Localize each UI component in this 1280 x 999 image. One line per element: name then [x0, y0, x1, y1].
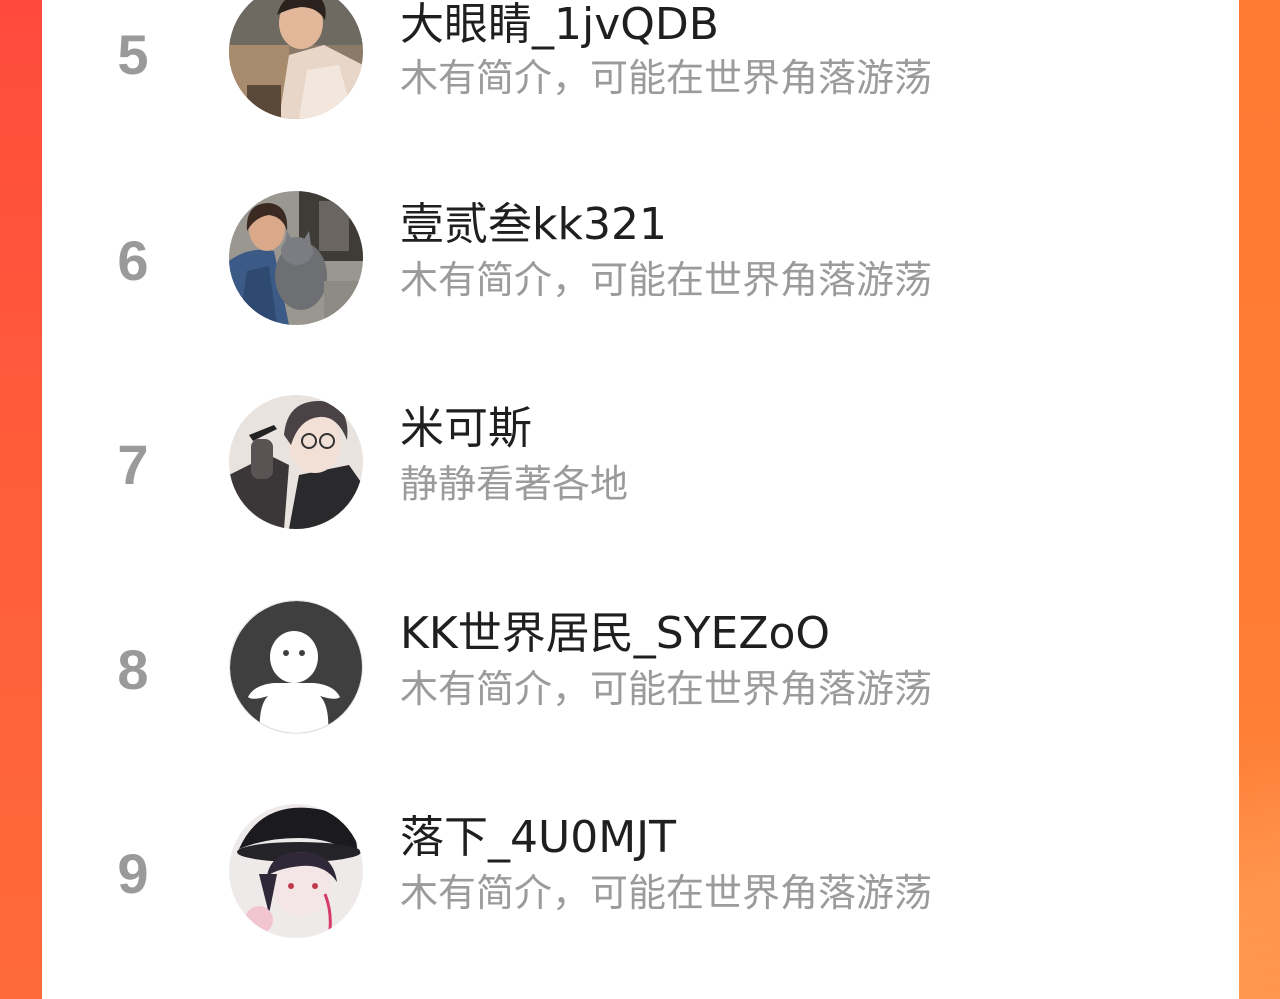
page-background-right — [1238, 0, 1280, 999]
ranking-list-panel: 5 大眼睛_1jvQDB 木有简介，可能在世界角落游荡 6 壹贰叁kk321 木… — [42, 0, 1239, 999]
rank-number: 6 — [117, 229, 149, 292]
avatar-illustration-anime-hat-icon[interactable] — [229, 804, 363, 938]
user-bio: 木有简介，可能在世界角落游荡 — [400, 258, 933, 302]
user-name[interactable]: KK世界居民_SYEZoO — [400, 612, 830, 656]
rank-number: 7 — [117, 433, 149, 496]
avatar-illustration-anime-boy-icon[interactable] — [229, 395, 363, 529]
user-name[interactable]: 落下_4U0MJT — [400, 816, 676, 860]
rank-number: 9 — [117, 842, 149, 905]
user-bio: 木有简介，可能在世界角落游荡 — [400, 667, 933, 711]
ranking-list-item[interactable]: 7 米可斯 静静看著各地 — [42, 395, 1239, 535]
user-name[interactable]: 米可斯 — [400, 407, 532, 451]
ranking-list-item[interactable]: 5 大眼睛_1jvQDB 木有简介，可能在世界角落游荡 — [42, 0, 1239, 125]
ranking-list-item[interactable]: 8 KK世界居民_SYEZoO 木有简介，可能在世界角落游荡 — [42, 600, 1239, 740]
ranking-list-item[interactable]: 9 落下_4U0MJT 木有简介，可能在世界角落游荡 — [42, 804, 1239, 944]
avatar-photo-woman-with-cat-icon[interactable] — [229, 191, 363, 325]
ranking-list-item[interactable]: 6 壹贰叁kk321 木有简介，可能在世界角落游荡 — [42, 191, 1239, 331]
user-name[interactable]: 大眼睛_1jvQDB — [400, 3, 719, 47]
rank-number: 8 — [117, 638, 149, 701]
rank-number: 5 — [117, 23, 149, 86]
avatar-photo-young-man-icon[interactable] — [229, 0, 363, 119]
default-avatar-ghost-icon[interactable] — [229, 600, 363, 734]
user-bio: 木有简介，可能在世界角落游荡 — [400, 56, 933, 100]
user-bio: 静静看著各地 — [400, 462, 629, 506]
user-name[interactable]: 壹贰叁kk321 — [400, 203, 667, 247]
user-bio: 木有简介，可能在世界角落游荡 — [400, 871, 933, 915]
